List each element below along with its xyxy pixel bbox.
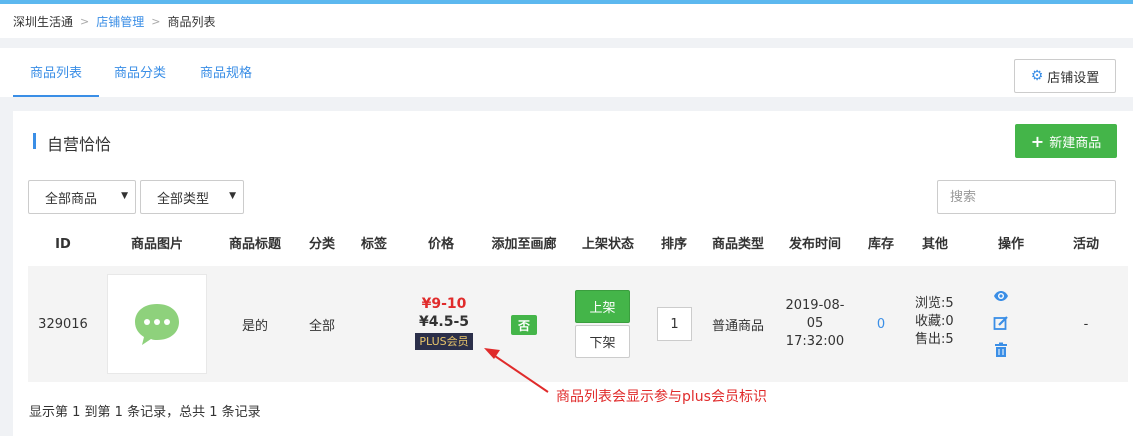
chat-bubble-icon — [135, 304, 179, 345]
gallery-status-badge[interactable]: 否 — [511, 315, 537, 335]
favorites-count: 收藏:0 — [915, 314, 954, 329]
publish-time: 17:32:00 — [785, 334, 845, 349]
price-range: ¥9-10 — [421, 296, 467, 312]
tab-product-category[interactable]: 商品分类 — [114, 48, 166, 97]
header-id: ID — [55, 237, 71, 252]
breadcrumb-item-product-list: 商品列表 — [167, 14, 216, 29]
caret-down-icon: ▼ — [229, 191, 236, 201]
new-product-label: 新建商品 — [1049, 135, 1102, 151]
product-filter-select[interactable]: 全部商品 ▼ — [28, 180, 136, 214]
sold-count: 售出:5 — [915, 332, 954, 347]
header-category: 分类 — [308, 237, 336, 252]
plus-icon: + — [1030, 131, 1045, 151]
cell-activity: - — [1083, 316, 1089, 332]
header-sort: 排序 — [660, 237, 688, 252]
product-thumbnail[interactable] — [107, 274, 207, 374]
tabs-panel: 商品列表 商品分类 商品规格 ⚙ 店铺设置 — [0, 48, 1133, 97]
header-product-type: 商品类型 — [711, 237, 765, 252]
sort-input[interactable] — [657, 307, 692, 341]
header-price: 价格 — [427, 237, 455, 252]
tab-product-spec[interactable]: 商品规格 — [200, 48, 252, 97]
plus-price-range: ¥4.5-5 — [418, 314, 470, 330]
gear-icon: ⚙ — [1030, 68, 1044, 84]
table-row: 329016 是的 全部 ¥9-10 ¥4.5-5 PLUS会员 否 上架 下架… — [28, 266, 1128, 382]
annotation-text: 商品列表会显示参与plus会员标识 — [556, 389, 767, 405]
eye-icon[interactable] — [993, 288, 1009, 304]
plus-member-badge: PLUS会员 — [415, 333, 473, 350]
breadcrumb: 深圳生活通 > 店铺管理 > 商品列表 — [0, 4, 1133, 38]
header-shelf-status: 上架状态 — [581, 237, 635, 252]
store-settings-button[interactable]: ⚙ 店铺设置 — [1014, 59, 1116, 93]
edit-icon[interactable] — [993, 315, 1009, 331]
pagination-summary: 显示第 1 到第 1 条记录，总共 1 条记录 — [29, 405, 261, 420]
cell-other: 浏览:5 收藏:0 售出:5 — [915, 295, 954, 349]
publish-date: 2019-08- — [785, 298, 845, 313]
on-shelf-button[interactable]: 上架 — [575, 290, 630, 323]
header-gallery: 添加至画廊 — [491, 237, 557, 252]
search-input[interactable] — [937, 180, 1116, 214]
cell-title: 是的 — [241, 318, 269, 334]
table-header: ID 商品图片 商品标题 分类 标签 价格 添加至画廊 上架状态 排序 商品类型… — [28, 228, 1128, 266]
header-actions: 操作 — [997, 237, 1025, 252]
header-stock: 库存 — [867, 237, 895, 252]
header-publish-time: 发布时间 — [788, 237, 842, 252]
off-shelf-button[interactable]: 下架 — [575, 325, 630, 358]
cell-category: 全部 — [308, 318, 336, 334]
cell-stock[interactable]: 0 — [877, 266, 885, 382]
cell-product-type: 普通商品 — [711, 318, 765, 334]
header-title: 商品标题 — [228, 237, 282, 252]
product-filter-value: 全部商品 — [45, 191, 98, 207]
title-accent-bar — [33, 133, 36, 149]
cell-publish-time: 2019-08- 05 17:32:00 — [785, 266, 844, 382]
chevron-right-icon: > — [151, 14, 161, 28]
store-title: 自营恰恰 — [47, 135, 112, 154]
breadcrumb-item-store-management[interactable]: 店铺管理 — [96, 13, 144, 30]
trash-icon[interactable] — [993, 342, 1009, 358]
views-count: 浏览:5 — [915, 296, 954, 311]
header-image: 商品图片 — [130, 237, 184, 252]
publish-day: 05 — [806, 316, 824, 331]
header-other: 其他 — [921, 237, 949, 252]
caret-down-icon: ▼ — [121, 191, 128, 201]
price-cell: ¥9-10 ¥4.5-5 PLUS会员 — [414, 295, 474, 350]
type-filter-select[interactable]: 全部类型 ▼ — [140, 180, 244, 214]
tab-product-list[interactable]: 商品列表 — [13, 48, 99, 97]
cell-id: 329016 — [38, 316, 88, 332]
store-settings-label: 店铺设置 — [1047, 70, 1100, 86]
breadcrumb-item-home[interactable]: 深圳生活通 — [13, 13, 73, 30]
new-product-button[interactable]: + 新建商品 — [1015, 124, 1117, 158]
chevron-right-icon: > — [80, 14, 90, 28]
type-filter-value: 全部类型 — [157, 191, 210, 207]
header-activity: 活动 — [1072, 237, 1100, 252]
header-tag: 标签 — [360, 237, 388, 252]
